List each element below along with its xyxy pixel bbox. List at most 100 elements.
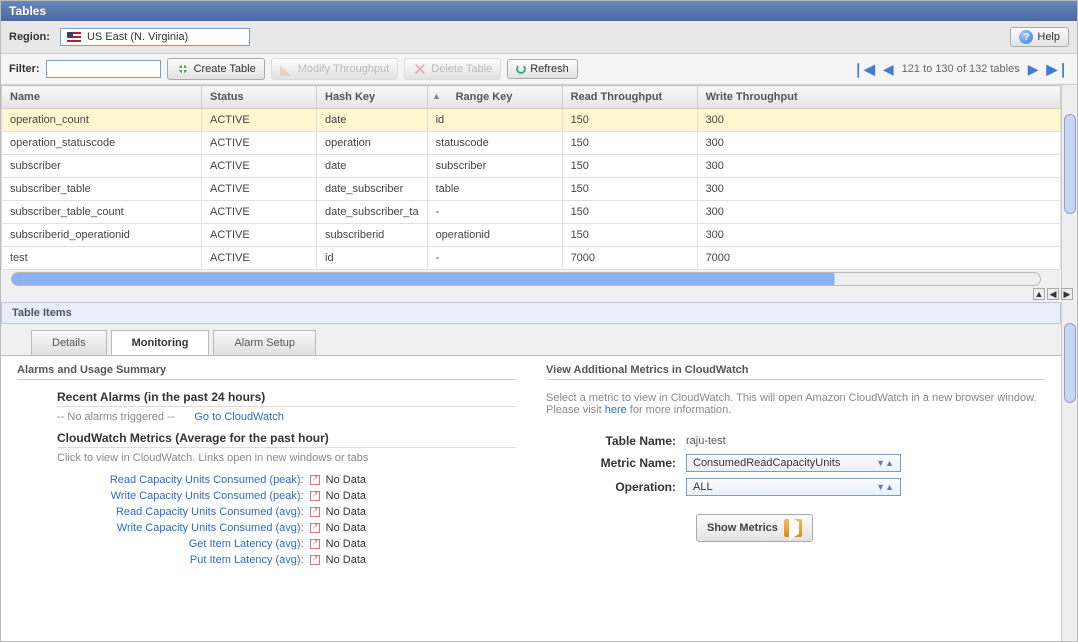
tables-grid: Name Status Hash Key ▲Range Key Read Thr… [1, 85, 1061, 270]
refresh-button[interactable]: Refresh [507, 59, 578, 79]
cell-read: 150 [562, 178, 697, 201]
table-row[interactable]: operation_countACTIVEdateid150300 [2, 109, 1061, 132]
refresh-icon [516, 64, 526, 74]
cell-range: - [427, 247, 562, 270]
go-to-cloudwatch-link[interactable]: Go to CloudWatch [194, 411, 283, 423]
cell-hash: operation [317, 132, 428, 155]
cell-read: 150 [562, 155, 697, 178]
table-row[interactable]: testACTIVEid-70007000 [2, 247, 1061, 270]
cell-read: 7000 [562, 247, 697, 270]
cell-range: operationid [427, 224, 562, 247]
edit-icon [280, 62, 294, 76]
help-button[interactable]: ? Help [1010, 27, 1069, 47]
table-name-value: raju-test [686, 435, 726, 447]
metric-link[interactable]: Write Capacity Units Consumed (avg): [117, 522, 304, 534]
pager-last-icon[interactable]: ▶❘ [1047, 61, 1070, 78]
region-select[interactable]: US East (N. Virginia) [60, 28, 250, 46]
delete-icon [413, 62, 427, 76]
cell-status: ACTIVE [202, 132, 317, 155]
cell-range: subscriber [427, 155, 562, 178]
col-range[interactable]: ▲Range Key [427, 86, 562, 109]
tab-content: Alarms and Usage Summary Recent Alarms (… [1, 355, 1061, 641]
help-icon: ? [1019, 30, 1033, 44]
no-alarms-text: -- No alarms triggered -- [57, 411, 174, 423]
operation-select[interactable]: ALL ▼▲ [686, 478, 901, 496]
tab-monitoring[interactable]: Monitoring [111, 330, 210, 355]
col-status[interactable]: Status [202, 86, 317, 109]
cell-hash: subscriberid [317, 224, 428, 247]
col-hash[interactable]: Hash Key [317, 86, 428, 109]
metric-link[interactable]: Read Capacity Units Consumed (avg): [116, 506, 304, 518]
metric-link[interactable]: Get Item Latency (avg): [189, 538, 304, 550]
col-write[interactable]: Write Throughput [697, 86, 1060, 109]
cell-name: subscriber_table_count [2, 201, 202, 224]
cell-status: ACTIVE [202, 201, 317, 224]
tab-details[interactable]: Details [31, 330, 107, 355]
metric-link[interactable]: Put Item Latency (avg): [190, 554, 304, 566]
view-metrics-header: View Additional Metrics in CloudWatch [546, 364, 1045, 380]
cell-hash: date_subscriber_ta [317, 201, 428, 224]
cell-read: 150 [562, 109, 697, 132]
filter-label: Filter: [9, 63, 40, 75]
external-link-icon [310, 523, 320, 533]
recent-alarms-header: Recent Alarms (in the past 24 hours) [57, 390, 516, 407]
alarms-section-header: Alarms and Usage Summary [17, 364, 516, 380]
toolbar: Filter: Create Table Modify Throughput D… [1, 54, 1077, 85]
cell-name: subscriber [2, 155, 202, 178]
filter-input[interactable] [46, 60, 161, 78]
cell-status: ACTIVE [202, 178, 317, 201]
panel-title: Table Items [1, 302, 1061, 324]
vscroll-area [1061, 85, 1077, 288]
horizontal-scrollbar[interactable] [11, 272, 1041, 286]
scroll-right-icon[interactable]: ▶ [1061, 288, 1073, 300]
flag-us-icon [67, 32, 81, 42]
vertical-scrollbar-lower[interactable] [1064, 323, 1076, 403]
metric-name-select[interactable]: ConsumedReadCapacityUnits ▼▲ [686, 454, 901, 472]
chevron-down-icon: ▼▲ [876, 458, 894, 468]
table-row[interactable]: operation_statuscodeACTIVEoperationstatu… [2, 132, 1061, 155]
metric-row: Write Capacity Units Consumed (peak): No … [57, 488, 516, 504]
metric-row: Write Capacity Units Consumed (avg):No D… [57, 520, 516, 536]
chevron-down-icon: ▼▲ [876, 482, 894, 492]
cell-status: ACTIVE [202, 224, 317, 247]
metric-value: No Data [326, 538, 366, 550]
cell-range: table [427, 178, 562, 201]
table-row[interactable]: subscriberACTIVEdatesubscriber150300 [2, 155, 1061, 178]
cell-status: ACTIVE [202, 155, 317, 178]
col-name[interactable]: Name [2, 86, 202, 109]
cell-write: 300 [697, 109, 1060, 132]
col-read[interactable]: Read Throughput [562, 86, 697, 109]
external-link-icon [310, 491, 320, 501]
vertical-scrollbar-upper[interactable] [1064, 114, 1076, 214]
pager-first-icon[interactable]: ❘◀ [852, 61, 875, 78]
title-bar: Tables [1, 1, 1077, 21]
pager-next-icon[interactable]: ▶ [1028, 61, 1039, 78]
cell-read: 150 [562, 201, 697, 224]
tab-alarm-setup[interactable]: Alarm Setup [213, 330, 316, 355]
cell-hash: date [317, 155, 428, 178]
cw-hint-text: Click to view in CloudWatch. Links open … [57, 452, 516, 464]
table-row[interactable]: subscriber_tableACTIVEdate_subscribertab… [2, 178, 1061, 201]
table-row[interactable]: subscriberid_operationidACTIVEsubscriber… [2, 224, 1061, 247]
show-metrics-button[interactable]: Show Metrics [696, 514, 813, 542]
metric-link[interactable]: Read Capacity Units Consumed (peak): [110, 474, 304, 486]
create-table-button[interactable]: Create Table [167, 58, 265, 80]
external-link-icon [310, 539, 320, 549]
metric-link[interactable]: Write Capacity Units Consumed (peak): [111, 490, 304, 502]
metric-value: No Data [326, 490, 366, 502]
detail-panel: Table Items Details Monitoring Alarm Set… [1, 302, 1077, 641]
metric-value: No Data [326, 506, 366, 518]
scroll-left-icon[interactable]: ◀ [1047, 288, 1059, 300]
table-row[interactable]: subscriber_table_countACTIVEdate_subscri… [2, 201, 1061, 224]
external-link-icon [310, 507, 320, 517]
here-link[interactable]: here [605, 404, 627, 416]
metric-row: Read Capacity Units Consumed (peak):No D… [57, 472, 516, 488]
external-link-icon [310, 555, 320, 565]
operation-label: Operation: [546, 480, 686, 494]
region-value: US East (N. Virginia) [87, 31, 188, 43]
pager-prev-icon[interactable]: ◀ [883, 61, 894, 78]
region-label: Region: [9, 31, 50, 43]
table-name-label: Table Name: [546, 434, 686, 448]
external-link-icon [310, 475, 320, 485]
scroll-up-icon[interactable]: ▲ [1033, 288, 1045, 300]
